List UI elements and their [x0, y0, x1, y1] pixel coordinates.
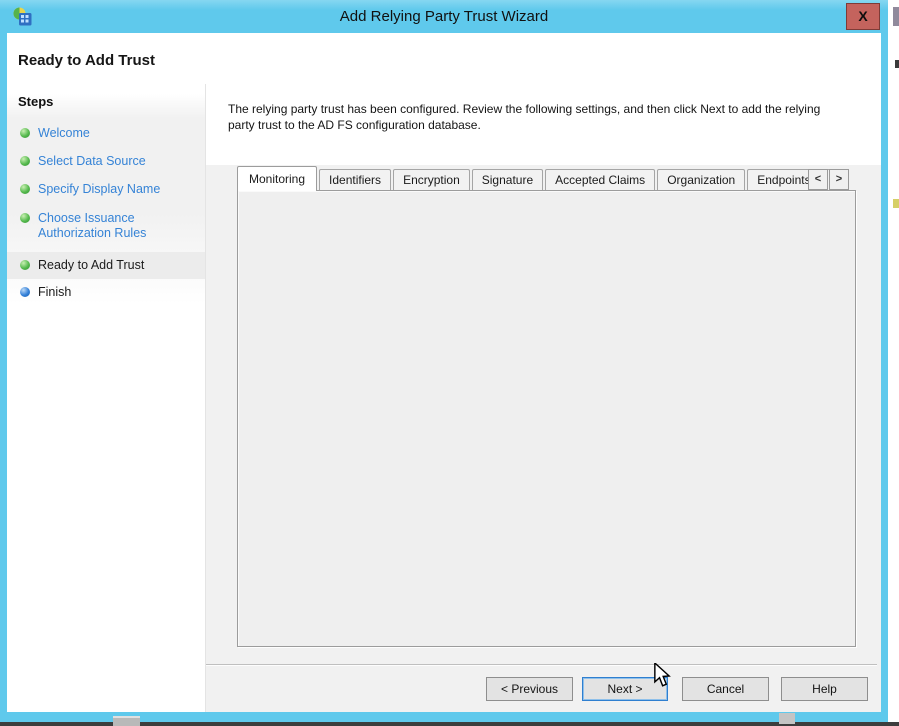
step-completed-icon: [20, 156, 30, 166]
previous-button[interactable]: < Previous: [486, 677, 573, 701]
step-finish[interactable]: Finish: [20, 285, 198, 300]
close-button[interactable]: X: [846, 3, 880, 30]
help-button[interactable]: Help: [781, 677, 868, 701]
tab-scroll-right-button[interactable]: >: [829, 169, 849, 190]
tab-identifiers[interactable]: Identifiers: [319, 169, 391, 191]
titlebar[interactable]: Add Relying Party Trust Wizard X: [0, 0, 888, 33]
taskbar-artifact: [779, 713, 795, 724]
step-choose-issuance-authorization-rules[interactable]: Choose Issuance Authorization Rules: [20, 211, 180, 241]
tab-signature[interactable]: Signature: [472, 169, 543, 191]
mouse-cursor: [652, 663, 672, 689]
background-window-artifact: [895, 60, 899, 68]
footer-divider: [206, 664, 877, 666]
steps-heading: Steps: [18, 94, 53, 109]
screen: Add Relying Party Trust Wizard X Ready t…: [0, 0, 899, 726]
wizard-description: The relying party trust has been configu…: [228, 101, 840, 133]
tab-encryption[interactable]: Encryption: [393, 169, 470, 191]
tab-strip: Monitoring Identifiers Encryption Signat…: [237, 166, 849, 191]
page-title: Ready to Add Trust: [18, 52, 155, 69]
background-window-artifact: [893, 7, 899, 26]
cancel-button[interactable]: Cancel: [682, 677, 769, 701]
step-select-data-source[interactable]: Select Data Source: [20, 154, 198, 169]
step-completed-icon: [20, 213, 30, 223]
step-ready-to-add-trust[interactable]: Ready to Add Trust: [20, 258, 198, 273]
step-upcoming-icon: [20, 287, 30, 297]
steps-sidebar: Steps Welcome Select Data Source Specify…: [7, 84, 205, 712]
monitoring-tab-panel: [237, 190, 856, 647]
step-completed-icon: [20, 184, 30, 194]
step-specify-display-name[interactable]: Specify Display Name: [20, 182, 198, 197]
window-title: Add Relying Party Trust Wizard: [0, 8, 888, 25]
tab-scroll-left-button[interactable]: <: [808, 169, 828, 190]
background-window-artifact: [893, 199, 899, 208]
tab-organization[interactable]: Organization: [657, 169, 745, 191]
step-current-icon: [20, 260, 30, 270]
desktop-gap: [888, 0, 899, 722]
step-completed-icon: [20, 128, 30, 138]
tab-accepted-claims[interactable]: Accepted Claims: [545, 169, 655, 191]
step-welcome[interactable]: Welcome: [20, 126, 198, 141]
tab-monitoring[interactable]: Monitoring: [237, 166, 317, 191]
taskbar-artifact: [113, 716, 140, 726]
